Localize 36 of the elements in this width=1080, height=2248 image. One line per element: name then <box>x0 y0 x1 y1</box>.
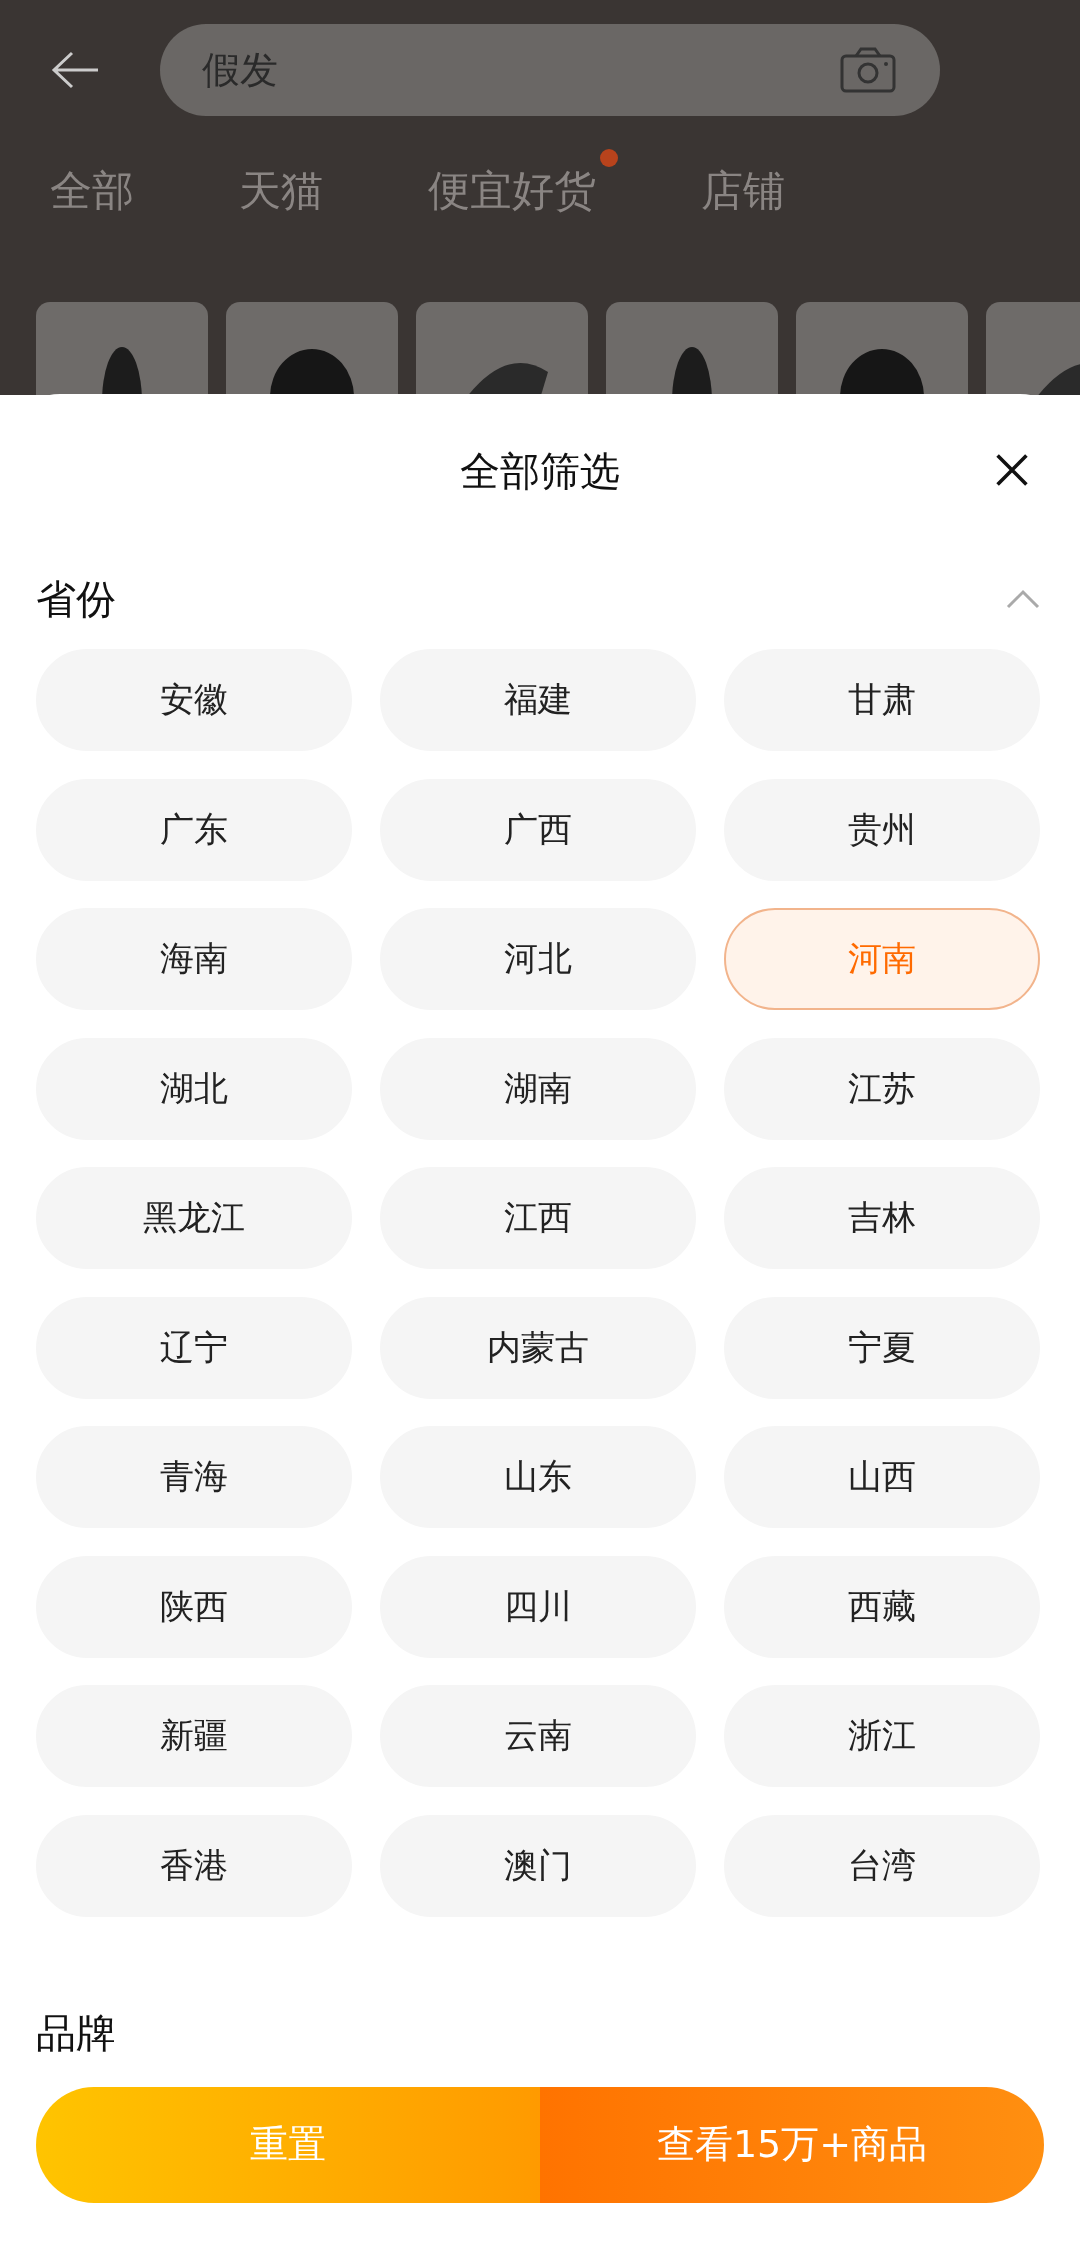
province-option[interactable]: 甘肃 <box>724 649 1040 751</box>
province-option[interactable]: 广西 <box>380 778 696 881</box>
province-option[interactable]: 吉林 <box>724 1167 1040 1269</box>
province-option[interactable]: 安徽 <box>36 649 352 751</box>
province-option[interactable]: 河北 <box>380 908 696 1010</box>
province-option[interactable]: 海南 <box>36 908 352 1010</box>
province-option[interactable]: 台湾 <box>724 1814 1040 1917</box>
province-option[interactable]: 浙江 <box>724 1685 1040 1787</box>
province-option[interactable]: 广东 <box>36 778 352 881</box>
back-arrow-icon[interactable] <box>50 50 100 90</box>
province-option[interactable]: 山东 <box>380 1426 696 1528</box>
province-option[interactable]: 江西 <box>380 1167 696 1269</box>
province-option[interactable]: 云南 <box>380 1685 696 1787</box>
province-option[interactable]: 宁夏 <box>724 1296 1040 1399</box>
province-option[interactable]: 山西 <box>724 1426 1040 1528</box>
close-icon[interactable] <box>994 452 1030 488</box>
province-option[interactable]: 湖北 <box>36 1037 352 1140</box>
province-option[interactable]: 四川 <box>380 1555 696 1658</box>
province-option[interactable]: 新疆 <box>36 1685 352 1787</box>
province-option[interactable]: 西藏 <box>724 1555 1040 1658</box>
province-option[interactable]: 福建 <box>380 649 696 751</box>
province-option[interactable]: 青海 <box>36 1426 352 1528</box>
camera-icon[interactable] <box>840 47 896 93</box>
chevron-icon[interactable] <box>1006 589 1040 609</box>
province-option[interactable]: 内蒙古 <box>380 1296 696 1399</box>
sheet-title: 全部筛选 <box>460 447 620 496</box>
section-title: 品牌 <box>36 2008 116 2058</box>
province-option[interactable]: 辽宁 <box>36 1296 352 1399</box>
province-option[interactable]: 湖南 <box>380 1037 696 1140</box>
province-option[interactable]: 陕西 <box>36 1555 352 1658</box>
province-option[interactable]: 香港 <box>36 1814 352 1917</box>
province-option[interactable]: 江苏 <box>724 1037 1040 1140</box>
province-option[interactable]: 贵州 <box>724 778 1040 881</box>
province-option[interactable]: 澳门 <box>380 1814 696 1917</box>
province-option[interactable]: 黑龙江 <box>36 1167 352 1269</box>
section-title: 省份 <box>36 574 116 624</box>
